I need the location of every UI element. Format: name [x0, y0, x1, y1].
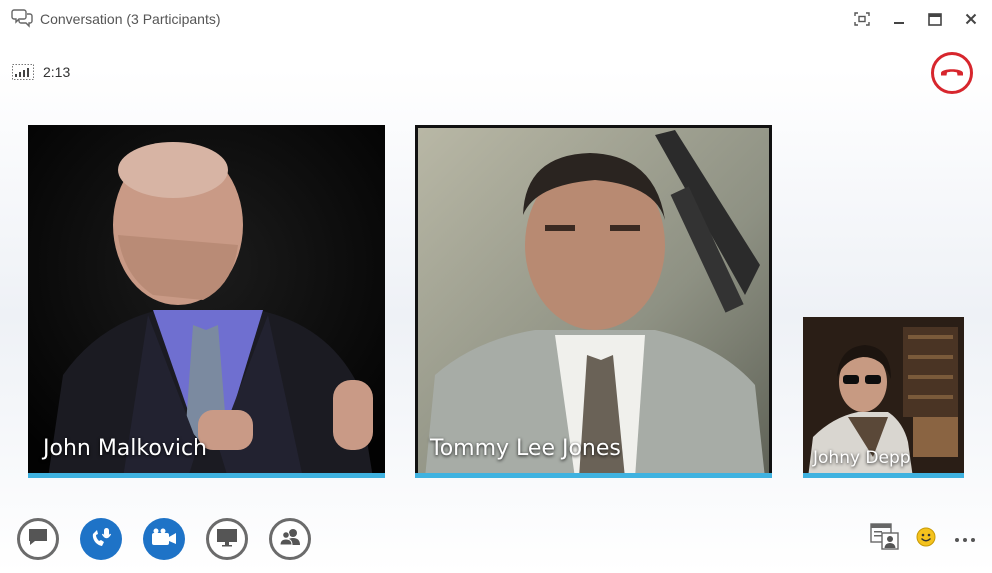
- im-chat-icon: [27, 527, 49, 552]
- video-button[interactable]: [143, 518, 185, 560]
- present-button[interactable]: [206, 518, 248, 560]
- participant-name: Tommy Lee Jones: [430, 436, 621, 461]
- participant-video: [415, 125, 772, 478]
- maximize-icon: [928, 12, 942, 26]
- call-status: 2:13: [12, 62, 70, 82]
- close-icon: [965, 13, 977, 25]
- title-bar: Conversation (3 Participants): [0, 0, 992, 38]
- conversation-bubbles-icon: [11, 8, 33, 28]
- conversation-tools: [870, 522, 976, 556]
- more-options-button[interactable]: [954, 530, 976, 548]
- microphone-icon: [89, 525, 113, 554]
- participant-video-tile[interactable]: Tommy Lee Jones: [415, 125, 772, 478]
- minimize-button[interactable]: [888, 8, 910, 30]
- fullscreen-button[interactable]: [851, 8, 873, 30]
- more-options-icon: [954, 530, 976, 548]
- minimize-icon: [893, 13, 905, 25]
- contact-card-button[interactable]: [870, 522, 900, 556]
- participant-name: John Malkovich: [43, 436, 207, 461]
- hang-up-button[interactable]: [931, 52, 973, 94]
- window-title: Conversation (3 Participants): [40, 11, 221, 27]
- active-speaker-bar: [803, 473, 964, 478]
- emoticon-smiley-icon: [916, 527, 936, 552]
- call-quality-signal-icon[interactable]: [12, 62, 34, 82]
- participant-video-tile[interactable]: Johny Depp: [803, 317, 964, 478]
- im-button[interactable]: [17, 518, 59, 560]
- close-button[interactable]: [960, 8, 982, 30]
- video-camera-icon: [151, 528, 177, 551]
- fullscreen-icon: [854, 12, 870, 26]
- participant-name: Johny Depp: [813, 448, 911, 468]
- participants-icon: [278, 527, 302, 552]
- present-screen-icon: [216, 527, 238, 552]
- active-speaker-bar: [415, 473, 772, 478]
- participant-video: [28, 125, 385, 478]
- hang-up-phone-icon: [939, 64, 965, 83]
- call-controls-toolbar: [17, 518, 311, 560]
- call-duration: 2:13: [43, 64, 71, 80]
- emoticon-button[interactable]: [916, 527, 936, 552]
- active-speaker-bar: [28, 473, 385, 478]
- contact-card-icon: [870, 522, 900, 556]
- maximize-button[interactable]: [924, 8, 946, 30]
- participants-button[interactable]: [269, 518, 311, 560]
- participant-video-tile[interactable]: John Malkovich: [28, 125, 385, 478]
- microphone-button[interactable]: [80, 518, 122, 560]
